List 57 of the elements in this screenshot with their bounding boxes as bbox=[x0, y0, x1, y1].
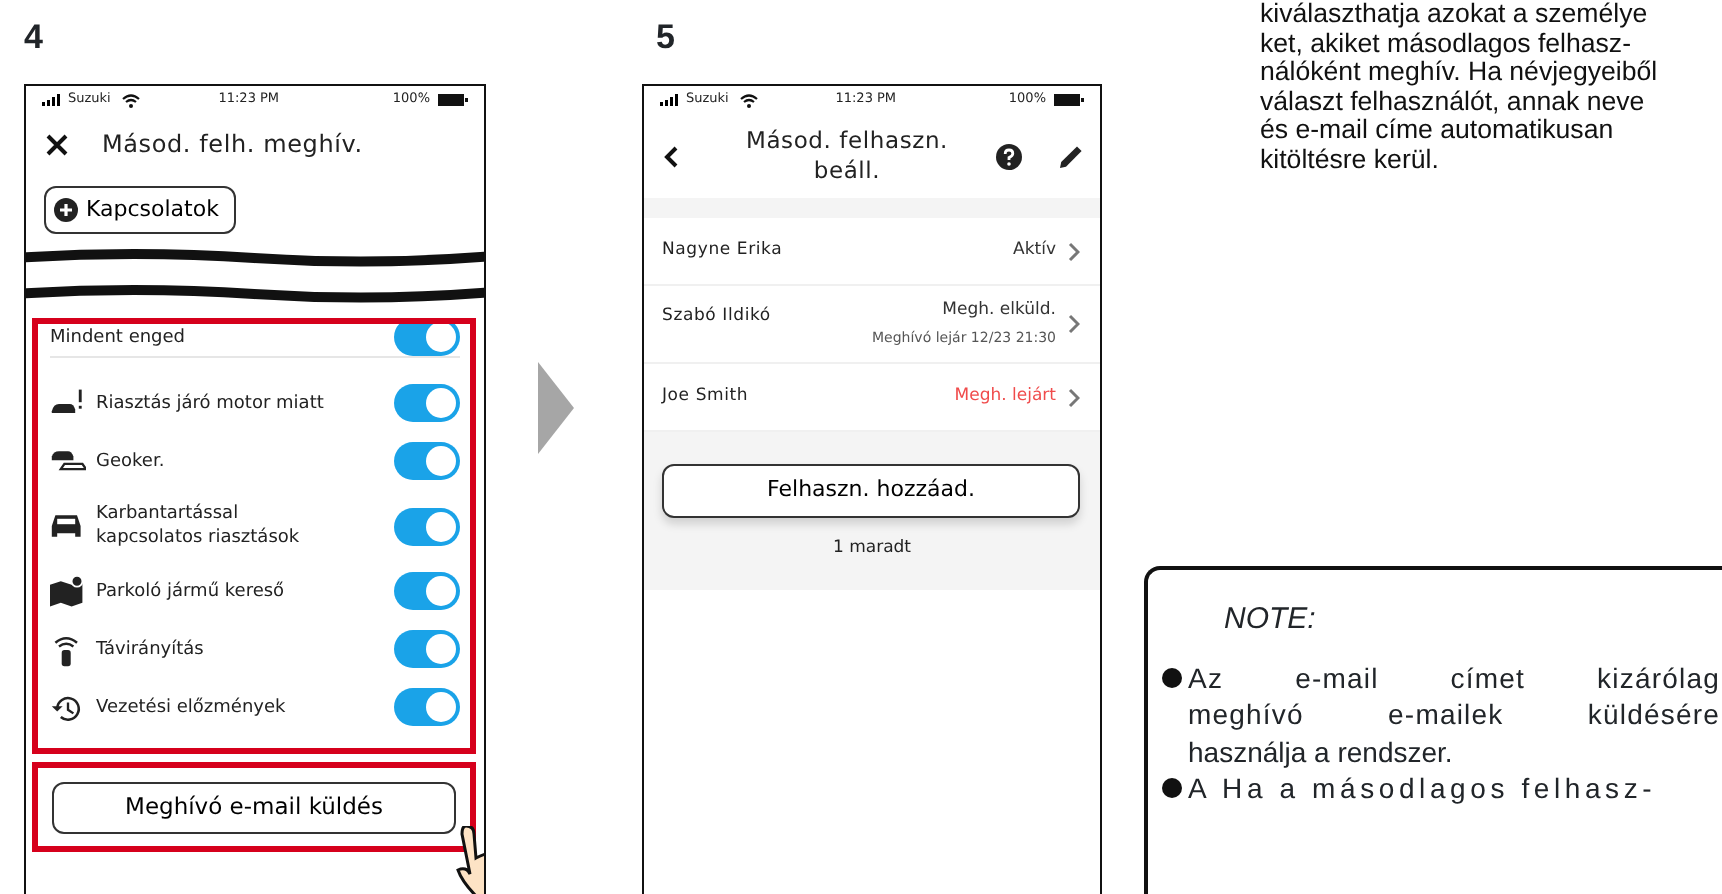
help-icon bbox=[996, 143, 1022, 169]
signal-icon bbox=[660, 94, 678, 106]
user-status: Megh. elküld. bbox=[940, 298, 1056, 325]
wifi-icon bbox=[740, 93, 759, 107]
user-name: Joe Smith bbox=[662, 384, 751, 410]
user-status: Megh. lejárt bbox=[954, 384, 1056, 410]
note-line: Az e-mail címet kizárólag bbox=[1188, 659, 1720, 696]
wifi-icon bbox=[122, 93, 141, 107]
screen-title: Másod. felhaszn. beáll. bbox=[743, 126, 951, 186]
note-line: használja a rendszer. bbox=[1188, 733, 1453, 770]
user-name: Nagyne Erika bbox=[662, 238, 785, 264]
map-pin-icon bbox=[50, 573, 86, 609]
text-line: nálóként meghív. Ha névjegyeiből bbox=[1260, 58, 1660, 87]
bullet-icon bbox=[1162, 667, 1182, 688]
permission-label: Riasztás járó motor miatt bbox=[96, 391, 326, 415]
permission-label: Geoker. bbox=[96, 449, 167, 473]
toggle-switch[interactable] bbox=[394, 630, 460, 668]
battery-icon bbox=[1054, 94, 1084, 106]
toggle-switch[interactable] bbox=[394, 572, 460, 610]
text-line: ket, akiket másodlagos felhasz- bbox=[1260, 29, 1632, 58]
add-user-button[interactable]: Felhaszn. hozzáad. bbox=[662, 464, 1080, 518]
chevron-right-icon bbox=[1068, 314, 1080, 334]
step-number: 4 bbox=[24, 20, 45, 54]
text-line: kiválaszthatja azokat a személye bbox=[1260, 0, 1650, 29]
step-number: 5 bbox=[656, 20, 677, 54]
signal-icon bbox=[42, 94, 60, 106]
note-line: A Ha a másodlagos felhasz- bbox=[1188, 770, 1657, 807]
user-name: Szabó Ildikó bbox=[662, 304, 773, 330]
battery-icon bbox=[438, 94, 468, 106]
permission-label: Vezetési előzmények bbox=[96, 695, 288, 719]
toggle-switch[interactable] bbox=[394, 507, 460, 545]
note-line: meghívó e-mailek küldésére bbox=[1188, 696, 1720, 733]
remaining-count: 1 maradt bbox=[830, 536, 914, 562]
user-status: Aktív bbox=[1013, 238, 1056, 264]
toggle-switch[interactable] bbox=[394, 324, 460, 356]
permission-label: Távirányítás bbox=[96, 637, 206, 661]
note-title: NOTE: bbox=[1224, 600, 1318, 640]
text-line: és e-mail címe automatikusan bbox=[1260, 116, 1616, 145]
toggle-switch[interactable] bbox=[394, 688, 460, 726]
screen-title: Másod. felh. meghív. bbox=[102, 128, 363, 162]
permission-label: Karbantartással kapcsolatos riasztások bbox=[96, 502, 302, 550]
bullet-icon bbox=[1162, 778, 1182, 799]
permission-label: Parkoló jármű kereső bbox=[96, 579, 287, 603]
chevron-right-icon bbox=[1068, 241, 1080, 261]
next-arrow-icon bbox=[538, 361, 574, 453]
close-icon bbox=[46, 133, 68, 155]
text-line: kitöltésre kerül. bbox=[1260, 145, 1441, 174]
contacts-button[interactable]: Kapcsolatok bbox=[44, 186, 237, 234]
permission-label: Mindent enged bbox=[50, 325, 188, 349]
toggle-switch[interactable] bbox=[394, 442, 460, 480]
text-line: választ felhasználót, annak neve bbox=[1260, 87, 1645, 116]
toggle-switch[interactable] bbox=[394, 384, 460, 422]
add-icon bbox=[54, 198, 78, 222]
send-invite-button[interactable]: Meghívó e-mail küldés bbox=[52, 781, 456, 834]
back-icon bbox=[664, 145, 678, 167]
chevron-right-icon bbox=[1068, 387, 1080, 407]
edit-pencil-icon bbox=[1058, 143, 1084, 169]
